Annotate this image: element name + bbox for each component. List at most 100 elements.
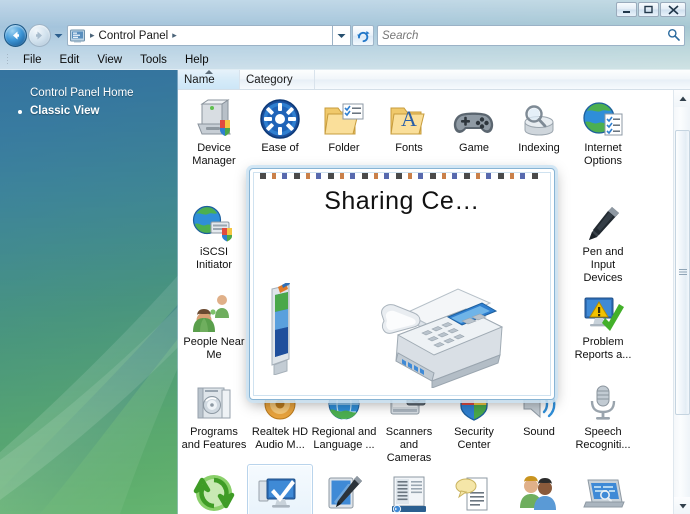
icon-item-ease-of-access[interactable]: Ease of (247, 94, 313, 155)
ease-of-access-icon (247, 94, 313, 140)
icon-label: Realtek HD Audio M... (251, 426, 309, 451)
preview-clipped-strip (260, 173, 544, 179)
icon-label: Ease of (261, 142, 299, 154)
icon-item-system[interactable]: System (247, 464, 313, 514)
menu-view[interactable]: View (89, 52, 130, 68)
search-icon (667, 28, 680, 44)
window-controls (616, 2, 686, 17)
scrollbar-thumb[interactable] (675, 130, 690, 415)
breadcrumb-control-panel[interactable]: Control Panel (99, 30, 169, 42)
icon-item-pen-and-input-devices[interactable]: Pen and Input Devices (570, 198, 636, 285)
icon-label: Regional and Language ... (311, 426, 377, 451)
search-input[interactable] (382, 29, 667, 42)
menu-edit[interactable]: Edit (52, 52, 88, 68)
preview-popup-inner: Sharing Ce… (253, 172, 551, 396)
title-bar[interactable] (0, 0, 690, 22)
device-manager-icon (181, 94, 247, 140)
address-bar[interactable]: ▸ Control Panel ▸ (67, 25, 333, 46)
tablet-pc-icon (311, 468, 377, 514)
icon-label: People Near Me (183, 336, 245, 361)
fax-machine-icon (362, 273, 512, 393)
icon-label: Folder (328, 142, 360, 154)
icon-item-sync-center[interactable]: Sync Center (181, 468, 247, 514)
search-box[interactable] (377, 25, 685, 46)
icon-item-iscsi-initiator[interactable]: iSCSI Initiator (181, 198, 247, 272)
icon-label: iSCSI Initiator (195, 246, 233, 271)
game-controllers-icon (441, 94, 507, 140)
problem-reports-icon (570, 288, 636, 334)
indexing-options-icon (506, 94, 572, 140)
icon-item-internet-options[interactable]: Internet Options (570, 94, 636, 168)
icon-label: Indexing (518, 142, 560, 154)
icon-item-user-accounts[interactable]: User (506, 468, 572, 514)
fonts-icon: A (376, 94, 442, 140)
icon-item-indexing-options[interactable]: Indexing (506, 94, 572, 155)
view-32bit-icon (570, 468, 636, 514)
icon-label: Security Center (454, 426, 494, 451)
column-header-name-label: Name (184, 73, 215, 86)
icon-label: Programs and Features (181, 426, 247, 451)
icon-item-tablet-pc[interactable]: Tablet PC (311, 468, 377, 514)
sort-ascending-icon (204, 70, 213, 74)
icon-label: Speech Recogniti... (575, 426, 631, 451)
control-panel-icon (70, 29, 86, 43)
address-bar-row: ▸ Control Panel ▸ (0, 22, 690, 49)
people-near-me-icon (181, 288, 247, 334)
internet-options-icon (570, 94, 636, 140)
folder-options-icon (311, 94, 377, 140)
scrollbar-grip (678, 269, 687, 276)
icon-label: Pen and Input Devices (582, 246, 624, 284)
icon-item-people-near-me[interactable]: People Near Me (181, 288, 247, 362)
speech-recognition-icon (570, 378, 636, 424)
icon-item-device-manager[interactable]: Device Manager (181, 94, 247, 168)
column-header-row: Name Category (178, 70, 690, 90)
control-panel-window: ▸ Control Panel ▸ File (0, 0, 690, 514)
icon-item-programs-and-features[interactable]: Programs and Features (181, 378, 247, 452)
icon-item-problem-reports[interactable]: Problem Reports a... (570, 288, 636, 362)
preview-popup[interactable]: Sharing Ce… (249, 168, 555, 400)
icon-item-speech-recognition[interactable]: Speech Recogniti... (570, 378, 636, 452)
column-header-category[interactable]: Category (240, 70, 315, 89)
icon-item-game-controllers[interactable]: Game (441, 94, 507, 155)
minimize-button[interactable] (616, 2, 637, 17)
vertical-scrollbar[interactable] (673, 90, 690, 514)
column-header-name[interactable]: Name (178, 70, 240, 89)
icon-item-text-to-speech[interactable]: Text to (441, 468, 507, 514)
menu-bar: File Edit View Tools Help (0, 49, 690, 70)
scroll-up-button[interactable] (674, 90, 690, 107)
icon-label: Device Manager (192, 142, 236, 167)
menu-file[interactable]: File (15, 52, 50, 68)
breadcrumb-separator-2[interactable]: ▸ (170, 30, 179, 41)
svg-text:A: A (401, 106, 417, 131)
column-header-filler (315, 70, 690, 89)
user-accounts-icon (506, 468, 572, 514)
system-icon (248, 469, 312, 514)
sidebar-item-classic-view[interactable]: Classic View (0, 102, 177, 120)
close-button[interactable] (660, 2, 686, 17)
icon-label: Internet Options (584, 142, 622, 167)
menu-help[interactable]: Help (177, 52, 217, 68)
refresh-button[interactable] (352, 25, 374, 46)
forward-button[interactable] (28, 24, 51, 47)
text-to-speech-icon (441, 468, 507, 514)
scroll-down-button[interactable] (674, 497, 690, 514)
taskbar-start-icon (376, 468, 442, 514)
menu-tools[interactable]: Tools (132, 52, 175, 68)
menu-grip[interactable] (6, 53, 10, 66)
preview-popup-title: Sharing Ce… (324, 187, 480, 215)
sidebar-item-control-panel-home[interactable]: Control Panel Home (0, 84, 177, 102)
icon-label: Problem Reports a... (574, 336, 632, 361)
icon-label: Scanners and Cameras (385, 426, 433, 464)
icon-item-fonts[interactable]: A Fonts (376, 94, 442, 155)
address-dropdown-icon[interactable] (333, 25, 351, 46)
navigation-pane: Control Panel Home Classic View (0, 70, 178, 514)
icon-label: Sound (523, 426, 555, 438)
pen-input-icon (570, 198, 636, 244)
maximize-button[interactable] (638, 2, 659, 17)
icon-item-view-32-bit[interactable]: View 32-bit (570, 468, 636, 514)
history-dropdown-icon[interactable] (51, 33, 65, 39)
programs-features-icon (181, 378, 247, 424)
icon-item-taskbar-and-start-menu[interactable]: Taskbar and (376, 468, 442, 514)
icon-item-folder-options[interactable]: Folder (311, 94, 377, 155)
back-button[interactable] (4, 24, 27, 47)
